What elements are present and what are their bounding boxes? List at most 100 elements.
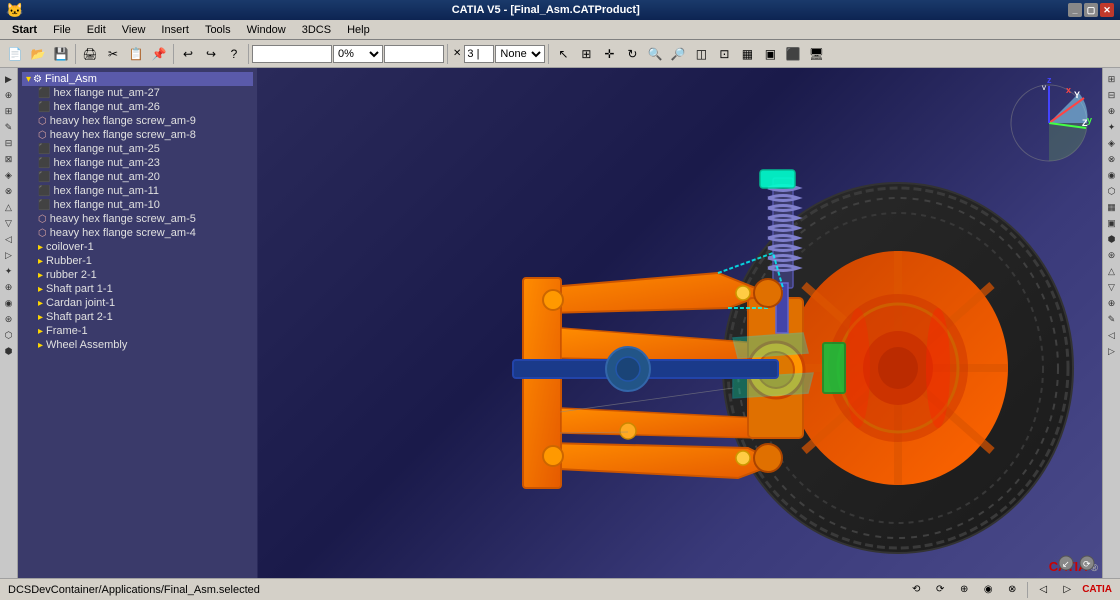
tree-item[interactable]: ⬡ heavy hex flange screw_am-5	[22, 212, 253, 226]
status-btn-7[interactable]: ▷	[1058, 581, 1076, 599]
help-button[interactable]: ?	[223, 43, 245, 65]
status-btn-4[interactable]: ◉	[979, 581, 997, 599]
rsb-8[interactable]: ⬡	[1105, 184, 1119, 198]
status-btn-5[interactable]: ⊗	[1003, 581, 1021, 599]
normal-view-button[interactable]: ⊡	[713, 43, 735, 65]
zoom-dropdown[interactable]: 0%	[333, 45, 383, 63]
rsb-10[interactable]: ▣	[1105, 216, 1119, 230]
menu-item-tools[interactable]: Tools	[197, 22, 239, 38]
minimize-button[interactable]: _	[1068, 3, 1082, 17]
rsb-17[interactable]: ◁	[1105, 328, 1119, 342]
lsb-12[interactable]: ▷	[2, 248, 16, 262]
rsb-16[interactable]: ✎	[1105, 312, 1119, 326]
lsb-8[interactable]: ⊗	[2, 184, 16, 198]
pan-button[interactable]: ✛	[598, 43, 620, 65]
object-input[interactable]	[252, 45, 332, 63]
restore-button[interactable]: ▢	[1084, 3, 1098, 17]
tree-item[interactable]: ▸ rubber 2-1	[22, 268, 253, 282]
lsb-11[interactable]: ◁	[2, 232, 16, 246]
zoom-out-button[interactable]: ◫	[690, 43, 712, 65]
print-button[interactable]: 🖨	[79, 43, 101, 65]
tree-item[interactable]: ⬛ hex flange nut_am-10	[22, 198, 253, 212]
tree-item[interactable]: ⬛ hex flange nut_am-11	[22, 184, 253, 198]
lsb-2[interactable]: ⊕	[2, 88, 16, 102]
menu-item-insert[interactable]: Insert	[153, 22, 197, 38]
lsb-10[interactable]: ▽	[2, 216, 16, 230]
menu-item-help[interactable]: Help	[339, 22, 378, 38]
lsb-18[interactable]: ⬢	[2, 344, 16, 358]
lsb-4[interactable]: ✎	[2, 120, 16, 134]
lsb-15[interactable]: ◉	[2, 296, 16, 310]
tree-item[interactable]: ⬛ hex flange nut_am-23	[22, 156, 253, 170]
tree-item[interactable]: ▸ Frame-1	[22, 324, 253, 338]
lsb-5[interactable]: ⊟	[2, 136, 16, 150]
tree-item[interactable]: ▸ coilover-1	[22, 240, 253, 254]
lsb-1[interactable]: ▶	[2, 72, 16, 86]
rsb-14[interactable]: ▽	[1105, 280, 1119, 294]
tree-item[interactable]: ⬛ hex flange nut_am-27	[22, 86, 253, 100]
rsb-4[interactable]: ✦	[1105, 120, 1119, 134]
status-btn-2[interactable]: ⟳	[931, 581, 949, 599]
rsb-9[interactable]: ▦	[1105, 200, 1119, 214]
undo-button[interactable]: ↩	[177, 43, 199, 65]
tree-root[interactable]: ▾ ⚙ Final_Asm	[22, 72, 253, 86]
lsb-17[interactable]: ⬡	[2, 328, 16, 342]
rsb-12[interactable]: ⊛	[1105, 248, 1119, 262]
lsb-16[interactable]: ⊛	[2, 312, 16, 326]
save-button[interactable]: 💾	[50, 43, 72, 65]
menu-item-window[interactable]: Window	[239, 22, 294, 38]
copy-button[interactable]: 📋	[125, 43, 147, 65]
cut-button[interactable]: ✂	[102, 43, 124, 65]
lsb-3[interactable]: ⊞	[2, 104, 16, 118]
select-button[interactable]: ↖	[552, 43, 574, 65]
rsb-7[interactable]: ◉	[1105, 168, 1119, 182]
redo-button[interactable]: ↪	[200, 43, 222, 65]
lsb-7[interactable]: ◈	[2, 168, 16, 182]
rsb-15[interactable]: ⊕	[1105, 296, 1119, 310]
menu-item-file[interactable]: File	[45, 22, 79, 38]
open-button[interactable]: 📂	[27, 43, 49, 65]
status-btn-3[interactable]: ⊕	[955, 581, 973, 599]
paste-button[interactable]: 📌	[148, 43, 170, 65]
tree-item[interactable]: ⬛ hex flange nut_am-20	[22, 170, 253, 184]
lsb-9[interactable]: △	[2, 200, 16, 214]
view-button-1[interactable]: ▦	[736, 43, 758, 65]
menu-item-start[interactable]: Start	[4, 22, 45, 38]
tree-item[interactable]: ⬛ hex flange nut_am-25	[22, 142, 253, 156]
rotate-button[interactable]: ↻	[621, 43, 643, 65]
zoom-area-button[interactable]: 🔎	[667, 43, 689, 65]
tree-item[interactable]: ⬡ heavy hex flange screw_am-9	[22, 114, 253, 128]
tree-item[interactable]: ▸ Cardan joint-1	[22, 296, 253, 310]
tree-item[interactable]: ▸ Shaft part 1-1	[22, 282, 253, 296]
menu-item-edit[interactable]: Edit	[79, 22, 114, 38]
rsb-6[interactable]: ⊗	[1105, 152, 1119, 166]
lsb-14[interactable]: ⊕	[2, 280, 16, 294]
tree-item[interactable]: ⬡ heavy hex flange screw_am-4	[22, 226, 253, 240]
tree-item[interactable]: ▸ Shaft part 2-1	[22, 310, 253, 324]
view-button-3[interactable]: ⬛	[782, 43, 804, 65]
none-dropdown[interactable]: None	[495, 45, 545, 63]
rsb-13[interactable]: △	[1105, 264, 1119, 278]
rsb-2[interactable]: ⊟	[1105, 88, 1119, 102]
view-button-4[interactable]: 🖥	[805, 43, 827, 65]
range-input[interactable]	[384, 45, 444, 63]
step-input[interactable]	[464, 45, 494, 63]
rsb-11[interactable]: ⬢	[1105, 232, 1119, 246]
tree-item[interactable]: ▸ Rubber-1	[22, 254, 253, 268]
rsb-1[interactable]: ⊞	[1105, 72, 1119, 86]
tree-item[interactable]: ▸ Wheel Assembly	[22, 338, 253, 352]
tree-item[interactable]: ⬛ hex flange nut_am-26	[22, 100, 253, 114]
rsb-3[interactable]: ⊕	[1105, 104, 1119, 118]
new-button[interactable]: 📄	[4, 43, 26, 65]
fit-all-button[interactable]: 🔍	[644, 43, 666, 65]
tree-item[interactable]: ⬡ heavy hex flange screw_am-8	[22, 128, 253, 142]
zoom-btn[interactable]: ⊞	[575, 43, 597, 65]
status-btn-6[interactable]: ◁	[1034, 581, 1052, 599]
menu-item-view[interactable]: View	[114, 22, 154, 38]
menu-item-3dcs[interactable]: 3DCS	[294, 22, 339, 38]
lsb-13[interactable]: ✦	[2, 264, 16, 278]
3d-viewport[interactable]: Y Z v x y z	[258, 68, 1102, 578]
rsb-5[interactable]: ◈	[1105, 136, 1119, 150]
status-btn-1[interactable]: ⟲	[907, 581, 925, 599]
view-button-2[interactable]: ▣	[759, 43, 781, 65]
